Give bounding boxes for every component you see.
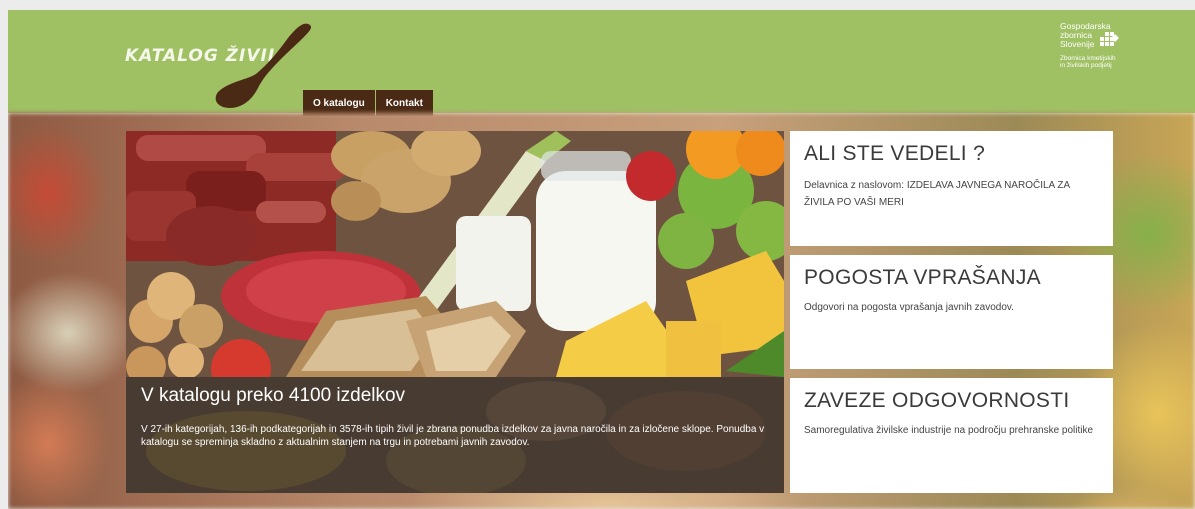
partner-sub-line1: Zbornica kmetijskih [1060, 55, 1116, 62]
card-pogosta-vprasanja[interactable]: POGOSTA VPRAŠANJA Odgovori na pogosta vp… [790, 255, 1113, 369]
card-title[interactable]: ZAVEZE ODGOVORNOSTI [804, 389, 1070, 413]
gzs-mark-icon [1100, 32, 1119, 46]
page: KATALOG ŽIVIL O katalogu Kontakt Gospoda… [8, 10, 1195, 509]
partner-name-line3: Slovenije [1060, 39, 1095, 49]
hero-text: V 27-ih kategorijah, 136-ih podkategorij… [141, 424, 765, 448]
card-text: Samoregulativa živilske industrije na po… [804, 425, 1094, 436]
hero-caption: V katalogu preko 4100 izdelkov V 27-ih k… [126, 377, 784, 493]
card-text: Delavnica z naslovom: IZDELAVA JAVNEGA N… [804, 180, 1070, 208]
card-title[interactable]: ALI STE VEDELI ? [804, 142, 985, 166]
partner-sub-line2: in živilskih podjetij [1060, 62, 1112, 69]
card-title[interactable]: POGOSTA VPRAŠANJA [804, 266, 1041, 290]
card-ali-ste-vedeli[interactable]: ALI STE VEDELI ? Delavnica z naslovom: I… [790, 131, 1113, 246]
hero-title[interactable]: V katalogu preko 4100 izdelkov [141, 385, 405, 407]
site-header: KATALOG ŽIVIL O katalogu Kontakt Gospoda… [8, 10, 1195, 116]
partner-logo[interactable]: Gospodarska zbornica Slovenije Zbornica … [1060, 22, 1130, 69]
spoon-icon [215, 23, 312, 108]
card-zaveze-odgovornosti[interactable]: ZAVEZE ODGOVORNOSTI Samoregulativa živil… [790, 378, 1113, 493]
hero-banner[interactable]: V katalogu preko 4100 izdelkov V 27-ih k… [126, 131, 784, 493]
card-text: Odgovori na pogosta vprašanja javnih zav… [804, 302, 1014, 313]
